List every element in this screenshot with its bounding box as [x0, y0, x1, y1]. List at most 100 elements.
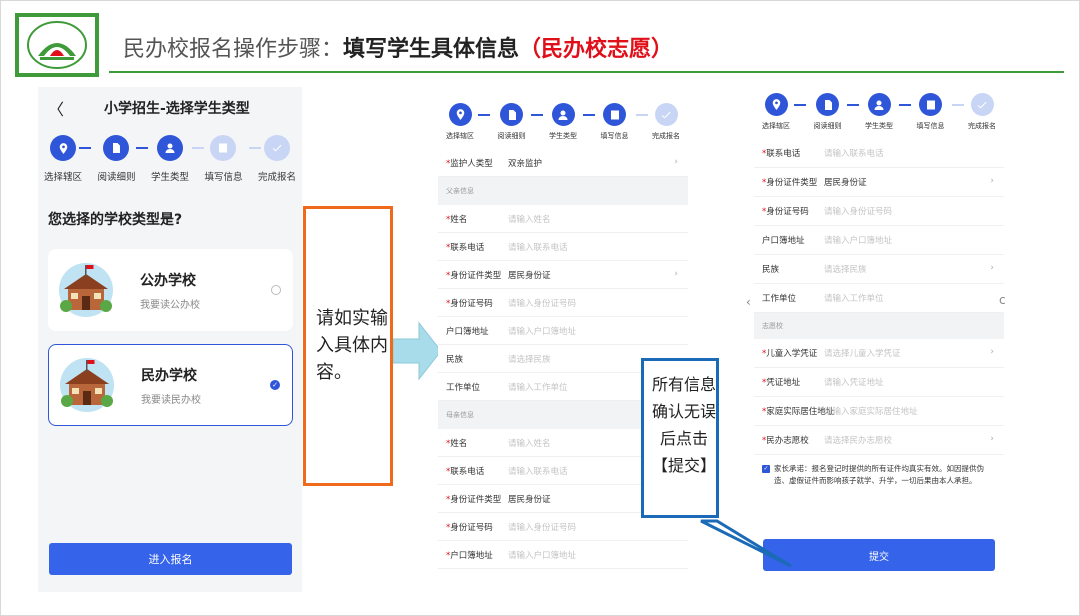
field-label-text: 身份证号码 — [450, 298, 493, 309]
radio-public[interactable] — [271, 285, 281, 295]
radio-private-checked[interactable]: ✓ — [270, 380, 280, 390]
school-subtitle: 我要读公办校 — [140, 299, 200, 311]
school-card-public[interactable]: 公办学校 我要读公办校 — [48, 249, 293, 331]
field-label-text: 户口簿地址 — [450, 550, 493, 561]
user-icon — [867, 93, 891, 116]
field-label-text: 身份证件类型 — [766, 178, 818, 188]
form-row[interactable]: *凭证地址 请输入凭证地址 — [754, 368, 1004, 397]
field-input[interactable]: 请输入家庭实际居住地址 — [824, 405, 1004, 417]
document-icon — [103, 135, 130, 161]
field-label: 户口簿地址 — [438, 325, 508, 337]
step-2: 阅读细则 — [814, 93, 842, 131]
form-row[interactable]: *姓名 请输入姓名 — [438, 205, 688, 233]
field-input[interactable]: 请输入身份证号码 — [508, 297, 688, 309]
form-row[interactable]: *身份证号码 请输入身份证号码 — [438, 289, 688, 317]
chevron-right-icon: › — [990, 263, 994, 273]
step-connector — [899, 103, 912, 106]
field-input[interactable]: 请输入户口簿地址 — [824, 234, 1004, 246]
form-row[interactable]: *户口簿地址 请输入户口簿地址 — [438, 541, 688, 569]
question-heading: 您选择的学校类型是? — [48, 212, 183, 228]
field-input[interactable]: 请选择儿童入学凭证 — [824, 347, 1004, 359]
field-label-text: 身份证件类型 — [450, 494, 502, 505]
field-input[interactable]: 请输入凭证地址 — [824, 376, 1004, 388]
form-row[interactable]: *家庭实际居住地址 请输入家庭实际居住地址 — [754, 397, 1004, 426]
form-row[interactable]: *身份证件类型居民身份证› — [754, 168, 1004, 197]
enter-registration-button[interactable]: 进入报名 — [49, 543, 292, 575]
form-row[interactable]: *监护人类型 双亲监护 › — [438, 149, 688, 177]
field-label: *儿童入学凭证 — [754, 347, 824, 359]
field-input[interactable]: 请输入户口簿地址 — [508, 549, 688, 561]
school-building-icon — [59, 263, 113, 317]
field-label: 户口簿地址 — [754, 234, 824, 246]
step-label: 选择辖区 — [762, 122, 790, 130]
field-label-text: 工作单位 — [762, 294, 797, 304]
field-input[interactable]: 请输入联系电话 — [508, 241, 688, 253]
chevron-right-icon: › — [990, 434, 994, 444]
parent-pledge[interactable]: ✓ 家长承诺：报名登记时提供的所有证件均真实有效。如因提供伪造、虚假证件而影响孩… — [754, 455, 1004, 487]
pledge-text: 家长承诺：报名登记时提供的所有证件均真实有效。如因提供伪造、虚假证件而影响孩子就… — [774, 464, 984, 485]
school-card-private[interactable]: 民办学校 我要读民办校 ✓ — [48, 344, 293, 426]
step-5: 完成报名 — [652, 103, 680, 141]
form-row[interactable]: 工作单位 请输入工作单位 — [754, 284, 1004, 313]
step-1: 选择辖区 — [762, 93, 790, 131]
progress-steps: 选择辖区 阅读细则 学生类型 填写信息 完成报名 — [38, 129, 302, 183]
step-connector — [477, 113, 490, 116]
chevron-left-icon: ‹ — [746, 295, 751, 309]
check-icon — [654, 103, 678, 126]
instruction-box-orange: 请如实输入具体内容。 — [303, 206, 393, 486]
form-row[interactable]: *身份证号码 请输入身份证号码 — [754, 197, 1004, 226]
pledge-checkbox[interactable]: ✓ — [762, 465, 770, 473]
field-input[interactable]: 请输入联系电话 — [824, 147, 1004, 159]
field-label-text: 民办志愿校 — [766, 436, 809, 446]
field-label-text: 监护人类型 — [450, 158, 493, 169]
form-row[interactable]: *身份证件类型居民身份证› — [438, 261, 688, 289]
step-label: 学生类型 — [150, 172, 189, 183]
circle-mark-icon: c — [999, 293, 1006, 307]
chevron-left-icon[interactable]: 〈 — [48, 96, 104, 120]
field-label-text: 联系电话 — [450, 242, 485, 253]
form-row[interactable]: *联系电话 请输入联系电话 — [438, 233, 688, 261]
field-value[interactable]: 居民身份证 — [824, 176, 1004, 188]
form-row[interactable]: *联系电话 请输入联系电话 — [754, 139, 1004, 168]
step-label: 填写信息 — [600, 132, 629, 140]
title-bold: 填写学生具体信息 — [343, 37, 520, 62]
step-label: 学生类型 — [549, 132, 577, 140]
field-value[interactable]: 双亲监护 — [508, 157, 688, 169]
form-row[interactable]: *民办志愿校 请选择民办志愿校 › — [754, 426, 1004, 455]
form-row[interactable]: 户口簿地址 请输入户口簿地址 — [438, 317, 688, 345]
field-label: *身份证件类型 — [754, 176, 824, 188]
field-label: *监护人类型 — [438, 157, 508, 169]
form-row[interactable]: 户口簿地址 请输入户口簿地址 — [754, 226, 1004, 255]
step-label: 填写信息 — [204, 172, 243, 183]
field-label: *民办志愿校 — [754, 434, 824, 446]
title-divider — [109, 71, 1064, 73]
field-label: *身份证号码 — [438, 521, 508, 533]
field-input[interactable]: 请输入户口簿地址 — [508, 325, 688, 337]
field-input[interactable]: 请输入身份证号码 — [508, 521, 688, 533]
field-input[interactable]: 请选择民办志愿校 — [824, 434, 1004, 446]
field-label: *凭证地址 — [754, 376, 824, 388]
field-label: *身份证件类型 — [438, 269, 508, 281]
phone-screen-private-choice: 选择辖区 阅读细则 学生类型 填写信息 完成报名 *联系电话 请输入联系电话 *身份证件类型… — [754, 87, 1004, 581]
step-connector — [952, 103, 965, 106]
step-1: 选择辖区 — [446, 103, 474, 141]
form-row[interactable]: 民族 请选择民族 › — [754, 255, 1004, 284]
progress-steps: 选择辖区 阅读细则 学生类型 填写信息 完成报名 — [754, 87, 1004, 131]
check-icon — [970, 93, 994, 116]
submit-button[interactable]: 提交 — [763, 539, 995, 571]
field-label-text: 姓名 — [450, 214, 468, 225]
instruction-box-blue: 所有信息确认无误后点击【提交】 — [641, 358, 719, 518]
field-input[interactable]: 请选择民族 — [824, 263, 1004, 275]
field-label-text: 凭证地址 — [766, 378, 801, 388]
field-label-text: 联系电话 — [766, 149, 801, 159]
form-section-header: 志愿校 — [754, 313, 1004, 339]
field-label: *身份证号码 — [438, 297, 508, 309]
form-row[interactable]: *儿童入学凭证 请选择儿童入学凭证 › — [754, 339, 1004, 368]
progress-steps: 选择辖区 阅读细则 学生类型 填写信息 完成报名 — [438, 97, 688, 141]
field-input[interactable]: 请输入身份证号码 — [824, 205, 1004, 217]
step-2: 阅读细则 — [498, 103, 526, 141]
field-input[interactable]: 请输入工作单位 — [824, 292, 1004, 304]
field-value[interactable]: 居民身份证 — [508, 269, 688, 281]
chevron-right-icon: › — [674, 269, 678, 279]
field-input[interactable]: 请输入姓名 — [508, 213, 688, 225]
